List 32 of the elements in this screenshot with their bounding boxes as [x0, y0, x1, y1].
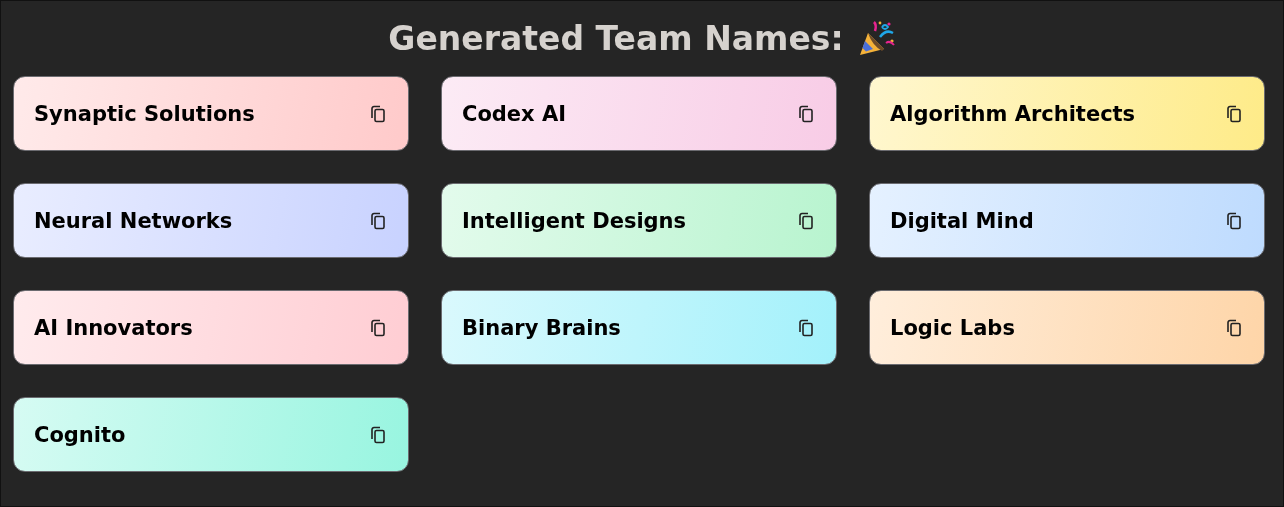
copy-icon [798, 104, 814, 123]
copy-icon [370, 318, 386, 337]
copy-button[interactable] [796, 317, 816, 338]
team-name: Synaptic Solutions [34, 101, 255, 126]
copy-icon [370, 104, 386, 123]
team-name: Intelligent Designs [462, 208, 687, 233]
copy-button[interactable] [1224, 210, 1244, 231]
copy-button[interactable] [796, 103, 816, 124]
copy-icon [1226, 318, 1242, 337]
copy-button[interactable] [368, 424, 388, 445]
copy-icon [370, 211, 386, 230]
copy-button[interactable] [368, 210, 388, 231]
copy-button[interactable] [368, 317, 388, 338]
team-name: Algorithm Architects [890, 101, 1136, 126]
copy-button[interactable] [1224, 103, 1244, 124]
team-name: AI Innovators [34, 315, 193, 340]
team-name: Cognito [34, 422, 126, 447]
party-popper-icon [857, 20, 896, 57]
copy-icon [1226, 211, 1242, 230]
copy-button[interactable] [1224, 317, 1244, 338]
copy-icon [370, 425, 386, 444]
copy-button[interactable] [368, 103, 388, 124]
copy-icon [798, 318, 814, 337]
copy-icon [798, 211, 814, 230]
copy-button[interactable] [796, 210, 816, 231]
copy-icon [1226, 104, 1242, 123]
team-name: Binary Brains [462, 315, 621, 340]
team-name: Codex AI [462, 101, 567, 126]
team-name: Neural Networks [34, 208, 233, 233]
team-name: Digital Mind [890, 208, 1034, 233]
page-title: Generated Team Names: [388, 19, 844, 58]
team-name: Logic Labs [890, 315, 1015, 340]
